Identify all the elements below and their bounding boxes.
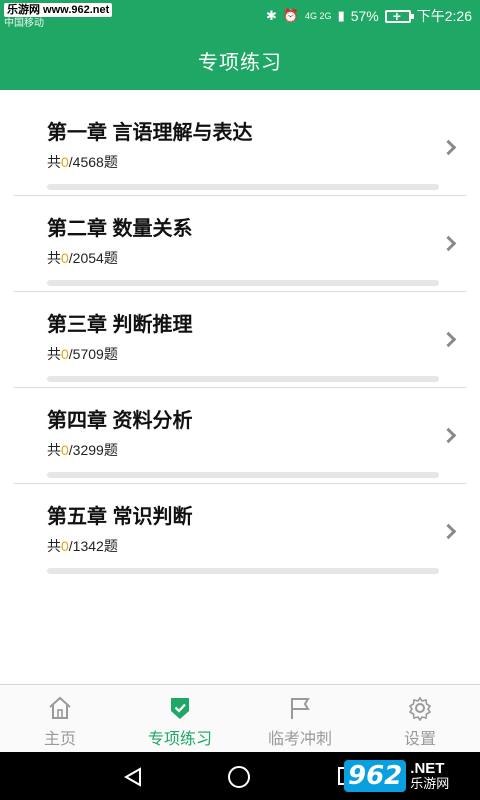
brand-cn: 乐游网 (410, 776, 450, 791)
signal-icon: ▮ (337, 8, 345, 23)
watermark-label: 乐游网 www.962.net (4, 3, 113, 17)
total-count: /2054题 (68, 250, 118, 266)
progress-bar (47, 184, 439, 190)
progress-bar (47, 472, 439, 478)
shield-check-icon (171, 698, 189, 719)
chapter-item-5[interactable]: 第五章 常识判断 共0/1342题 (14, 484, 466, 580)
brand-net: .NET (410, 760, 445, 777)
chapter-list: 第一章 言语理解与表达 共0/4568题 第二章 数量关系 共0/2054题 第… (0, 100, 480, 580)
chapter-count: 共0/5709题 (47, 344, 118, 364)
carrier-label: 中国移动 (4, 18, 44, 29)
chapter-count: 共0/2054题 (47, 248, 118, 268)
chevron-right-icon (440, 139, 457, 156)
tab-settings-label: 设置 (403, 731, 436, 748)
bluetooth-icon: ✱ (265, 8, 277, 23)
progress-bar (47, 280, 439, 286)
brand-text: .NET 乐游网 (410, 761, 449, 791)
status-bar: 乐游网 www.962.net 中国移动 ✱ ⏰ 4G 2G ▮ 57% + 下… (0, 0, 480, 30)
chapter-title: 第五章 常识判断 (47, 506, 193, 528)
chapter-title: 第四章 资料分析 (47, 410, 193, 432)
home-nav-icon[interactable] (228, 766, 250, 788)
tab-home[interactable]: 主页 (0, 685, 120, 752)
status-right: ✱ ⏰ 4G 2G ▮ 57% + 下午2:26 (266, 6, 472, 26)
count-prefix: 共 (47, 346, 61, 362)
chapter-count: 共0/3299题 (47, 440, 118, 460)
total-count: /3299题 (68, 442, 118, 458)
done-count: 0 (61, 250, 69, 266)
gear-icon (408, 696, 432, 721)
tab-practice-label: 专项练习 (147, 731, 212, 748)
chapter-title: 第三章 判断推理 (47, 314, 193, 336)
brand-number: 962 (344, 760, 407, 792)
tab-settings[interactable]: 设置 (360, 685, 480, 752)
tab-sprint-label: 临考冲刺 (267, 731, 332, 748)
done-count: 0 (61, 154, 69, 170)
tab-home-label: 主页 (43, 731, 76, 748)
chapter-item-4[interactable]: 第四章 资料分析 共0/3299题 (14, 388, 466, 484)
done-count: 0 (61, 442, 69, 458)
chapter-title: 第一章 言语理解与表达 (47, 122, 253, 144)
chapter-item-2[interactable]: 第二章 数量关系 共0/2054题 (14, 196, 466, 292)
total-count: /1342题 (68, 538, 118, 554)
chevron-right-icon (440, 523, 457, 540)
home-icon (49, 696, 71, 719)
count-prefix: 共 (47, 442, 61, 458)
count-prefix: 共 (47, 538, 61, 554)
tab-practice[interactable]: 专项练习 (120, 685, 240, 752)
clock: 下午2:26 (416, 8, 472, 24)
done-count: 0 (61, 538, 69, 554)
network-type: 4G 2G (305, 11, 332, 21)
chevron-right-icon (440, 331, 457, 348)
alarm-icon: ⏰ (282, 8, 300, 23)
brand-logo: 962 .NET 乐游网 (344, 756, 474, 796)
system-nav-bar: 962 .NET 乐游网 (0, 752, 480, 800)
progress-bar (47, 568, 439, 574)
chapter-item-3[interactable]: 第三章 判断推理 共0/5709题 (14, 292, 466, 388)
chapter-count: 共0/1342题 (47, 536, 118, 556)
flag-icon (291, 698, 310, 719)
progress-bar (47, 376, 439, 382)
total-count: /5709题 (68, 346, 118, 362)
chapter-title: 第二章 数量关系 (47, 218, 193, 240)
tab-sprint[interactable]: 临考冲刺 (240, 685, 360, 752)
back-icon[interactable] (122, 766, 144, 788)
status-left: 乐游网 www.962.net 中国移动 (4, 3, 113, 30)
header: 专项练习 (0, 30, 480, 90)
chapter-count: 共0/4568题 (47, 152, 118, 172)
count-prefix: 共 (47, 250, 61, 266)
page-title: 专项练习 (198, 51, 282, 74)
battery-icon: + (384, 8, 414, 24)
chapter-item-1[interactable]: 第一章 言语理解与表达 共0/4568题 (14, 100, 466, 196)
done-count: 0 (61, 346, 69, 362)
total-count: /4568题 (68, 154, 118, 170)
chevron-right-icon (440, 235, 457, 252)
battery-percent: 57% (350, 8, 379, 24)
chevron-right-icon (440, 427, 457, 444)
count-prefix: 共 (47, 154, 61, 170)
bottom-tab-bar: 主页 专项练习 临考冲刺 设置 (0, 684, 480, 752)
